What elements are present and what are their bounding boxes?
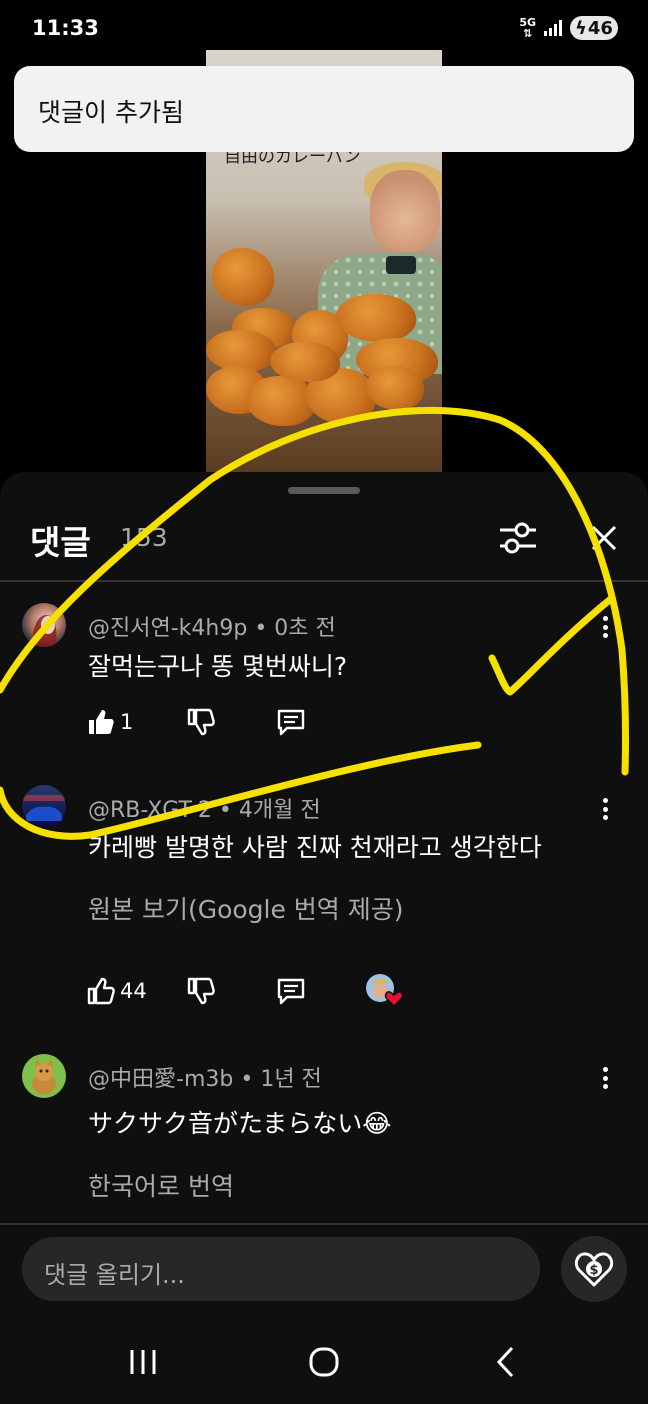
- nav-back-icon: [496, 1346, 514, 1378]
- like-button[interactable]: 1: [86, 704, 133, 740]
- comment-author[interactable]: @中田愛-m3b: [88, 1067, 233, 1092]
- dislike-icon: [187, 708, 215, 736]
- network-icon: 5G ⇅: [519, 16, 536, 40]
- drag-handle[interactable]: [288, 487, 360, 494]
- video-bowtie: [386, 256, 416, 274]
- comment-time: 4개월 전: [238, 798, 321, 823]
- creator-heart: [364, 972, 404, 1008]
- comments-count: 153: [120, 523, 168, 552]
- nav-home-icon: [309, 1347, 339, 1377]
- bread: [270, 342, 340, 382]
- dislike-button[interactable]: [186, 973, 216, 1009]
- like-button[interactable]: 44: [86, 973, 147, 1009]
- comment-text: 카레빵 발명한 사람 진짜 천재라고 생각한다: [88, 833, 542, 862]
- like-count: 1: [120, 710, 134, 734]
- translation-link[interactable]: 원본 보기(Google 번역 제공): [88, 890, 404, 926]
- battery-level: 46: [587, 17, 613, 39]
- comment-more-button[interactable]: [594, 612, 616, 642]
- toast-notification: 댓글이 추가됨: [14, 66, 634, 152]
- video-person-head: [370, 170, 440, 252]
- bread: [212, 248, 274, 306]
- comment-input-placeholder: 댓글 올리기...: [44, 1261, 185, 1289]
- nav-back-button[interactable]: [476, 1342, 536, 1382]
- nav-recents-icon: [130, 1350, 156, 1374]
- comment-meta: @진서연-k4h9p • 0초 전: [88, 610, 336, 642]
- header-divider: [0, 580, 648, 582]
- status-icons: 5G ⇅ ϟ 46: [519, 16, 618, 40]
- thanks-icon: $: [574, 1252, 614, 1287]
- avatar[interactable]: [22, 1054, 66, 1098]
- signal-icon: [544, 20, 562, 36]
- comment-author[interactable]: @진서연-k4h9p: [88, 616, 247, 641]
- super-thanks-button[interactable]: $: [561, 1236, 627, 1302]
- reply-icon: [277, 978, 305, 1005]
- comment-more-button[interactable]: [594, 794, 616, 824]
- filter-button[interactable]: [492, 516, 544, 560]
- meta-separator: •: [240, 1067, 261, 1092]
- like-icon: [89, 710, 114, 734]
- nav-recents-button[interactable]: [113, 1342, 173, 1382]
- dislike-button[interactable]: [186, 704, 216, 740]
- avatar[interactable]: [22, 785, 66, 829]
- like-count: 44: [120, 979, 147, 1003]
- close-icon: [591, 525, 617, 551]
- comment-text: 잘먹는구나 똥 몇번싸니?: [88, 652, 348, 681]
- bread: [366, 366, 424, 410]
- comment-more-button[interactable]: [594, 1063, 616, 1093]
- comment-input[interactable]: 댓글 올리기...: [22, 1237, 540, 1301]
- composer-divider: [0, 1223, 648, 1225]
- translation-link[interactable]: 한국어로 번역: [88, 1167, 234, 1203]
- nav-home-button[interactable]: [294, 1342, 354, 1382]
- filter-icon: [500, 522, 536, 554]
- comment-time: 1년 전: [260, 1067, 322, 1092]
- comment-meta: @RB-XGT-2 • 4개월 전: [88, 792, 321, 824]
- meta-separator: •: [218, 798, 239, 823]
- charging-icon: ϟ: [575, 17, 587, 39]
- toast-message: 댓글이 추가됨: [38, 98, 184, 127]
- status-time: 11:33: [32, 16, 99, 40]
- system-nav-bar: [0, 1318, 648, 1404]
- close-button[interactable]: [580, 514, 628, 562]
- svg-text:$: $: [589, 1263, 598, 1278]
- creator-heart-icon: [366, 974, 404, 1008]
- like-icon: [87, 977, 115, 1005]
- comment-text: サクサク音がたまらない😂: [88, 1109, 392, 1138]
- network-label: 5G: [519, 16, 536, 29]
- dislike-icon: [187, 977, 215, 1005]
- battery-icon: ϟ 46: [570, 16, 618, 40]
- comment-time: 0초 전: [274, 616, 336, 641]
- comments-title: 댓글: [30, 523, 91, 562]
- comment-author[interactable]: @RB-XGT-2: [88, 798, 212, 823]
- reply-button[interactable]: [275, 704, 307, 740]
- avatar[interactable]: [22, 603, 66, 647]
- bread: [246, 376, 316, 426]
- reply-icon: [277, 709, 305, 736]
- meta-separator: •: [254, 616, 275, 641]
- comment-meta: @中田愛-m3b • 1년 전: [88, 1061, 322, 1093]
- reply-button[interactable]: [275, 973, 307, 1009]
- comments-sheet: 댓글 153 @진서연-k4h9p • 0초 전 잘먹는구나 똥 몇번싸니? 1: [0, 472, 648, 1404]
